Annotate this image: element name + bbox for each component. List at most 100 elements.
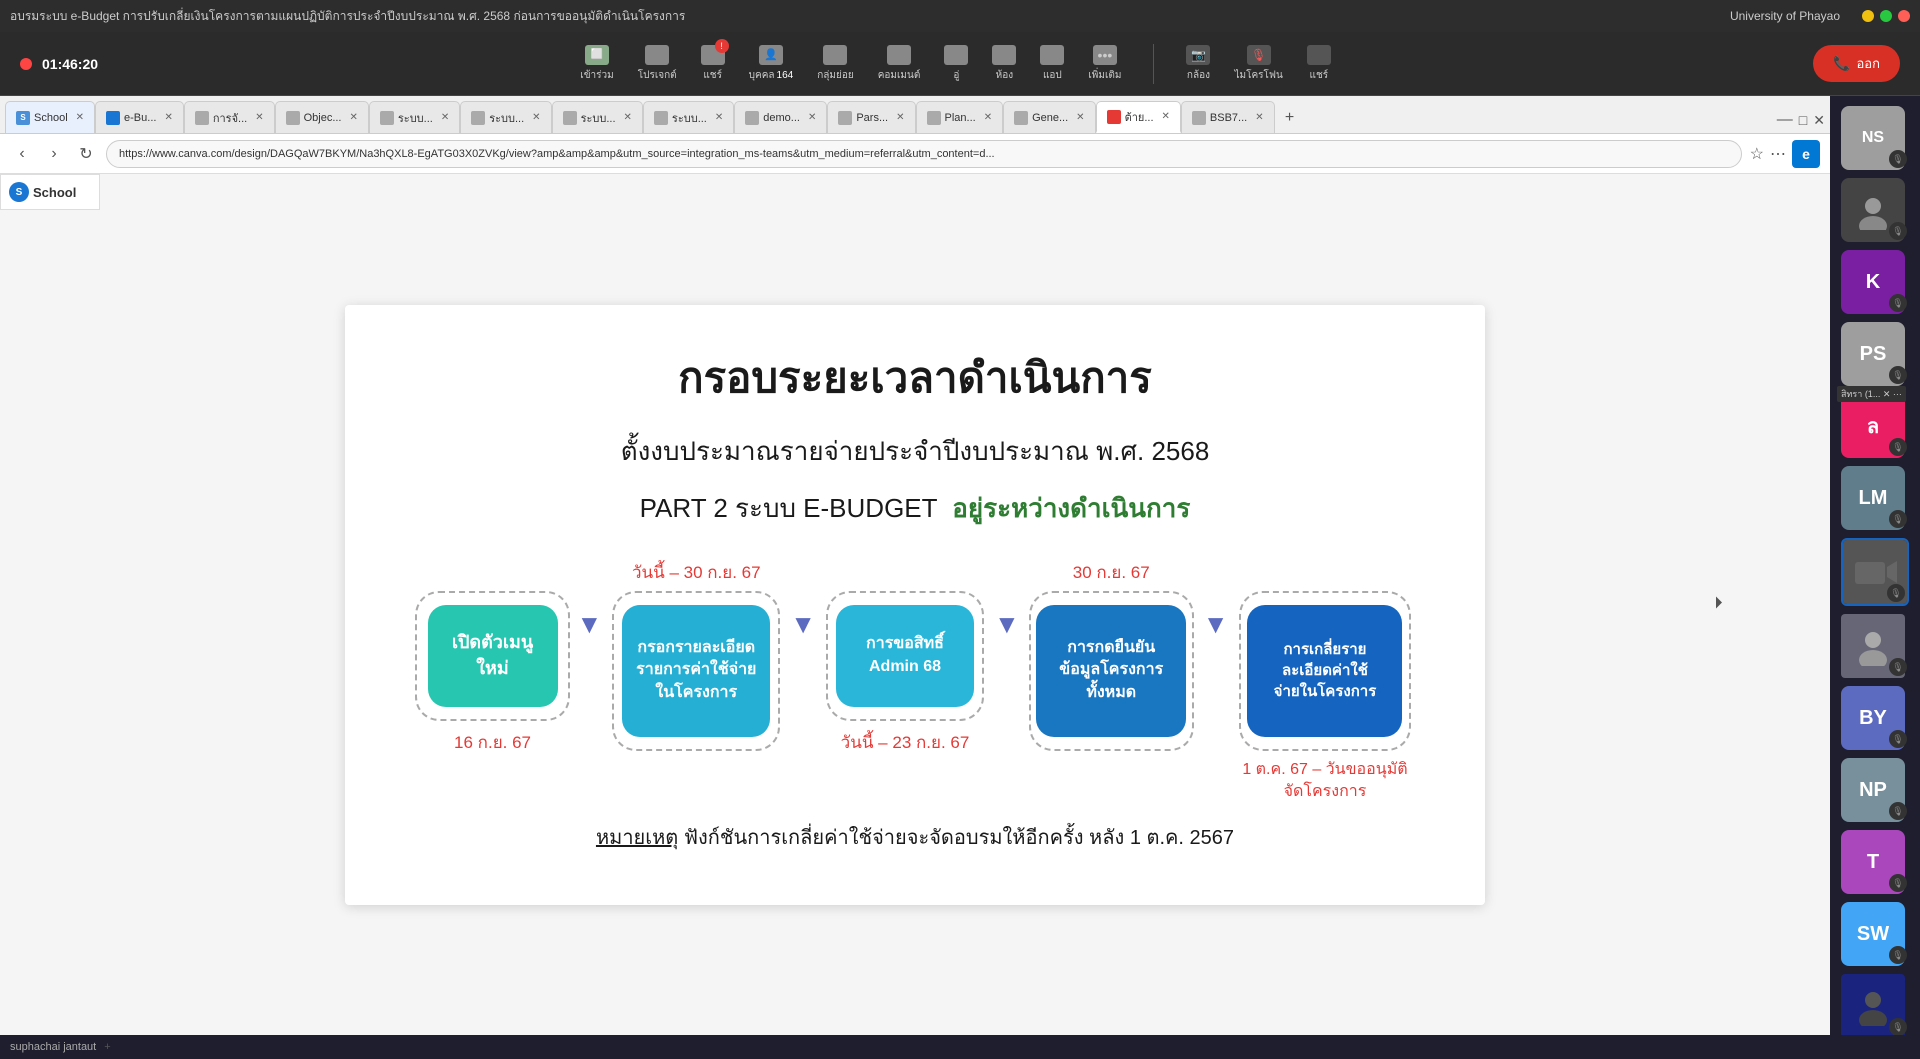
title-bar-left: อบรมระบบ e-Budget การปรับเกลี่ยเงินโครงก… bbox=[10, 7, 685, 26]
participant-t[interactable]: T 🎙 bbox=[1841, 830, 1909, 894]
participant-ns[interactable]: NS 🎙 bbox=[1841, 106, 1909, 170]
tab-close-win-btn[interactable]: ✕ bbox=[1813, 112, 1825, 129]
toolbar-mic-btn[interactable]: 🎙 ไมโครโฟน bbox=[1234, 45, 1282, 83]
title-bar-text: อบรมระบบ e-Budget การปรับเกลี่ยเงินโครงก… bbox=[10, 7, 685, 26]
participant-lm[interactable]: LM 🎙 bbox=[1841, 466, 1909, 530]
step-2: วันนี้ – 30 ก.ย. 67 กรอกรายละเอียดรายการ… bbox=[606, 559, 786, 751]
more-button[interactable]: ⋯ bbox=[1770, 144, 1786, 164]
mic-t: 🎙 bbox=[1889, 874, 1907, 892]
arrow-2: ▼ bbox=[790, 559, 816, 656]
back-button[interactable]: ‹ bbox=[10, 142, 34, 166]
toolbar-join-btn[interactable]: ⬜ เข้าร่วม bbox=[580, 45, 613, 83]
mic-lm: 🎙 bbox=[1889, 510, 1907, 528]
step-4-box: การกดยืนยันข้อมูลโครงการทั้งหมด bbox=[1036, 605, 1186, 737]
mic-photo1: 🎙 bbox=[1889, 222, 1907, 240]
arrow-1: ▼ bbox=[577, 559, 603, 656]
close-button[interactable] bbox=[1898, 10, 1910, 22]
tab-restore-btn[interactable]: □ bbox=[1799, 112, 1807, 128]
step-5-box-outer: การเกลี่ยรายละเอียดค่าใช้จ่ายในโครงการ bbox=[1239, 591, 1411, 751]
tab-kar[interactable]: การจั... ✕ bbox=[184, 101, 275, 133]
step-5-box: การเกลี่ยรายละเอียดค่าใช้จ่ายในโครงการ bbox=[1247, 605, 1402, 737]
participant-video-main[interactable]: 🎙 bbox=[1841, 538, 1909, 606]
tab-active[interactable]: ต้าย... ✕ bbox=[1096, 101, 1181, 133]
toolbar-group-btn[interactable]: กลุ่มย่อย bbox=[817, 45, 854, 83]
forward-button[interactable]: › bbox=[42, 142, 66, 166]
participant-sw[interactable]: SW 🎙 bbox=[1841, 902, 1909, 966]
star-button[interactable]: ☆ bbox=[1750, 144, 1764, 164]
step-2-date-top: วันนี้ – 30 ก.ย. 67 bbox=[632, 559, 761, 583]
step-3-box-outer: การขอสิทธิ์Admin 68 bbox=[826, 591, 984, 721]
tab-pars[interactable]: Pars... ✕ bbox=[827, 101, 915, 133]
participant-photo2[interactable]: 🎙 bbox=[1841, 614, 1909, 678]
tab-bar-controls: — □ ✕ bbox=[1777, 111, 1825, 133]
toolbar-share2-btn[interactable]: แชร์ bbox=[1307, 45, 1331, 83]
tab-rb1[interactable]: ระบบ... ✕ bbox=[369, 101, 460, 133]
tab-rb2[interactable]: ระบบ... ✕ bbox=[460, 101, 551, 133]
mic-by: 🎙 bbox=[1889, 730, 1907, 748]
step-3-date-top bbox=[902, 559, 907, 583]
step-1: เปิดตัวเมนูใหม่ 16 ก.ย. 67 bbox=[413, 559, 573, 756]
new-tab-button[interactable]: + bbox=[1275, 103, 1305, 133]
mic-ps: 🎙 bbox=[1889, 366, 1907, 384]
bottom-bar: suphachai jantaut + bbox=[0, 1035, 1920, 1059]
browser-area: S School ✕ e-Bu... ✕ การจั... ✕ Objec...… bbox=[0, 96, 1830, 1035]
step-2-box: กรอกรายละเอียดรายการค่าใช้จ่ายในโครงการ bbox=[622, 605, 770, 737]
participant-la[interactable]: ล สิทรา (1... ✕ ··· 🎙 bbox=[1841, 394, 1909, 458]
toolbar-apps-btn[interactable]: อู่ bbox=[944, 45, 968, 83]
mic-np: 🎙 bbox=[1889, 802, 1907, 820]
url-input[interactable] bbox=[106, 140, 1742, 168]
participant-k[interactable]: K 🎙 bbox=[1841, 250, 1909, 314]
toolbar-share-btn[interactable]: ! แชร์ bbox=[701, 45, 725, 83]
leave-button[interactable]: 📞 ออก bbox=[1813, 45, 1900, 82]
toolbar-camera-btn[interactable]: 📷 กล้อง bbox=[1186, 45, 1210, 83]
mic-photo2: 🎙 bbox=[1889, 658, 1907, 676]
participants-panel: NS 🎙 🎙 K 🎙 PS 🎙 ล สิทรา (1... bbox=[1830, 96, 1920, 1035]
slide-note-underline: หมายเหตุ bbox=[596, 827, 678, 849]
participant-by[interactable]: BY 🎙 bbox=[1841, 686, 1909, 750]
maximize-button[interactable] bbox=[1880, 10, 1892, 22]
toolbar-more-btn[interactable]: ••• เพิ่มเติม bbox=[1088, 45, 1121, 83]
toolbar-people-btn[interactable]: 👤 บุคคล 164 bbox=[749, 45, 794, 83]
tab-demo[interactable]: demo... ✕ bbox=[734, 101, 827, 133]
tab-bsb[interactable]: BSB7... ✕ bbox=[1181, 101, 1275, 133]
tab-plan[interactable]: Plan... ✕ bbox=[916, 101, 1004, 133]
participant-ps[interactable]: PS 🎙 bbox=[1841, 322, 1909, 386]
minimize-button[interactable] bbox=[1862, 10, 1874, 22]
refresh-button[interactable]: ↻ bbox=[74, 142, 98, 166]
slide-subtitle: ตั้งงบประมาณรายจ่ายประจำปีงบประมาณ พ.ศ. … bbox=[621, 431, 1210, 472]
toolbar-project-btn[interactable]: โปรเจกต์ bbox=[638, 45, 677, 83]
tab-rb4[interactable]: ระบบ... ✕ bbox=[643, 101, 734, 133]
step-3-box: การขอสิทธิ์Admin 68 bbox=[836, 605, 974, 707]
participant-np[interactable]: NP 🎙 bbox=[1841, 758, 1909, 822]
participant-photo3[interactable]: 🎙 bbox=[1841, 974, 1909, 1035]
step-5-label: การเกลี่ยรายละเอียดค่าใช้จ่ายในโครงการ bbox=[1274, 639, 1377, 702]
toolbar-room-btn[interactable]: ห้อง bbox=[992, 45, 1016, 83]
mic-k: 🎙 bbox=[1889, 294, 1907, 312]
tab-obj[interactable]: Objec... ✕ bbox=[275, 101, 369, 133]
tab-school[interactable]: S School ✕ bbox=[5, 101, 95, 133]
timeline: เปิดตัวเมนูใหม่ 16 ก.ย. 67 ▼ วันนี้ – 30… bbox=[405, 559, 1425, 804]
recording-dot bbox=[20, 58, 32, 70]
slide-note: หมายเหตุ ฟังก์ชันการเกลี่ยค่าใช้จ่ายจะจั… bbox=[596, 821, 1234, 853]
tab-rb3[interactable]: ระบบ... ✕ bbox=[552, 101, 643, 133]
participant-photo1[interactable]: 🎙 bbox=[1841, 178, 1909, 242]
step-3-date-bottom: วันนี้ – 23 ก.ย. 67 bbox=[841, 729, 970, 756]
bottom-user: suphachai jantaut bbox=[10, 1041, 96, 1053]
toolbar-app-btn[interactable]: แอป bbox=[1040, 45, 1064, 83]
toolbar-comment-btn[interactable]: คอมเมนต์ bbox=[878, 45, 921, 83]
school-logo: S bbox=[9, 182, 29, 202]
step-5-date-top bbox=[1322, 559, 1327, 583]
mic-sw: 🎙 bbox=[1889, 946, 1907, 964]
mic-video-main: 🎙 bbox=[1887, 584, 1905, 602]
step-4-label: การกดยืนยันข้อมูลโครงการทั้งหมด bbox=[1059, 637, 1163, 704]
toolbar-left: 01:46:20 bbox=[20, 56, 98, 72]
mic-photo3: 🎙 bbox=[1889, 1018, 1907, 1035]
bottom-add[interactable]: + bbox=[104, 1041, 110, 1053]
tab-ebu[interactable]: e-Bu... ✕ bbox=[95, 101, 184, 133]
step-1-label: เปิดตัวเมนูใหม่ bbox=[440, 630, 546, 680]
slide-arrow-right[interactable] bbox=[1706, 590, 1730, 619]
slide: กรอบระยะเวลาดำเนินการ ตั้งงบประมาณรายจ่า… bbox=[345, 305, 1485, 905]
tab-minimize-btn[interactable]: — bbox=[1777, 111, 1793, 129]
divider bbox=[1153, 44, 1154, 84]
tab-gene[interactable]: Gene... ✕ bbox=[1003, 101, 1095, 133]
